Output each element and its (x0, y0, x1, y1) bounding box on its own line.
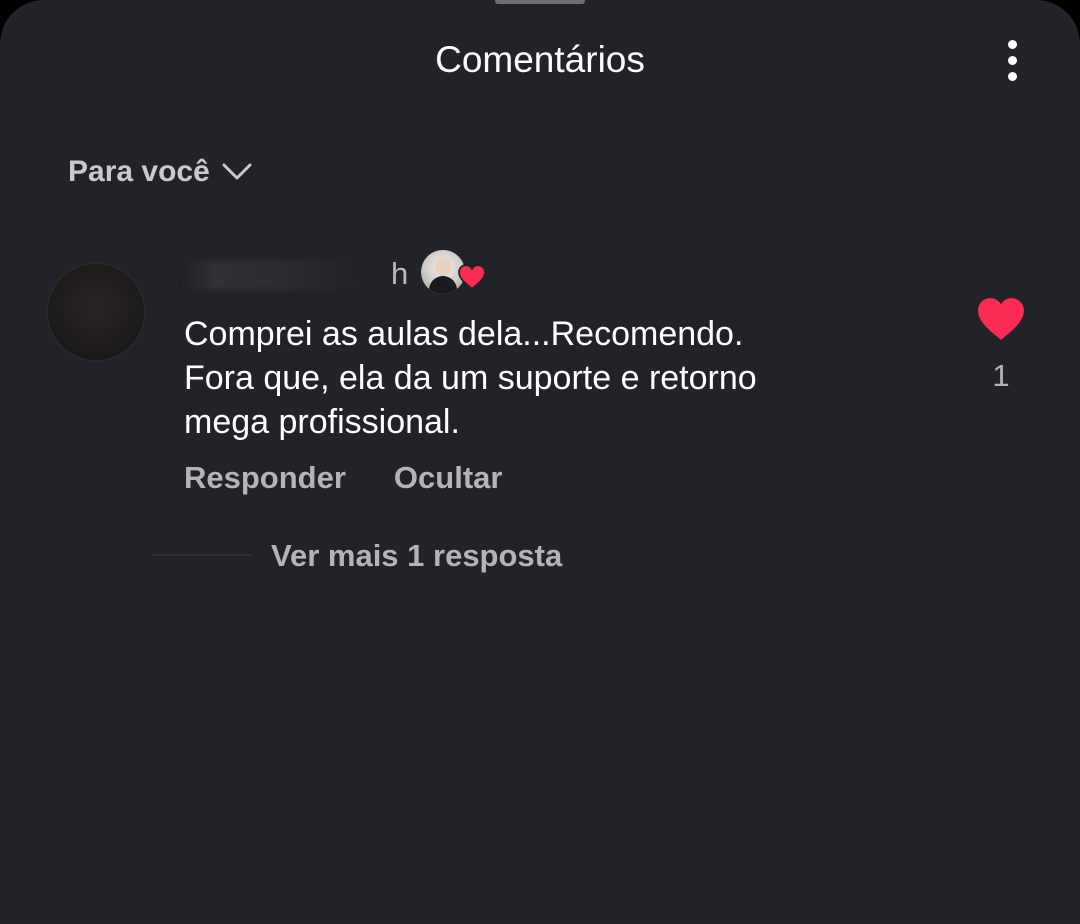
replies-divider (152, 554, 252, 556)
view-more-replies-button[interactable]: Ver mais 1 resposta (271, 536, 562, 576)
page-title: Comentários (435, 39, 645, 80)
heart-icon (978, 298, 1024, 340)
commenter-username-redacted[interactable] (182, 260, 362, 290)
liked-by-creator-badge (421, 250, 487, 296)
hide-button[interactable]: Ocultar (394, 458, 503, 498)
comment-text-line: Fora que, ela da um suporte e retorno (184, 359, 757, 397)
comment-text-line: mega profissional. (184, 403, 460, 441)
heart-icon (458, 264, 486, 290)
more-options-button[interactable] (992, 34, 1032, 86)
comments-sheet: Comentários Para você h Comprei as aulas… (0, 0, 1080, 924)
sort-dropdown[interactable]: Para você (68, 152, 252, 192)
comment-time: h (391, 256, 409, 291)
comment-text: Comprei as aulas dela...Recomendo. Fora … (184, 312, 904, 444)
more-vertical-icon (1007, 39, 1017, 49)
like-count: 1 (992, 358, 1010, 393)
commenter-avatar[interactable] (46, 262, 146, 362)
sort-label: Para você (68, 155, 210, 188)
like-button[interactable] (976, 296, 1026, 342)
comment-text-line: Comprei as aulas dela...Recomendo. (184, 315, 744, 353)
drag-handle[interactable] (495, 0, 585, 4)
reply-button[interactable]: Responder (184, 458, 346, 498)
comment-actions: Responder Ocultar (184, 458, 502, 498)
chevron-down-icon (222, 163, 252, 180)
